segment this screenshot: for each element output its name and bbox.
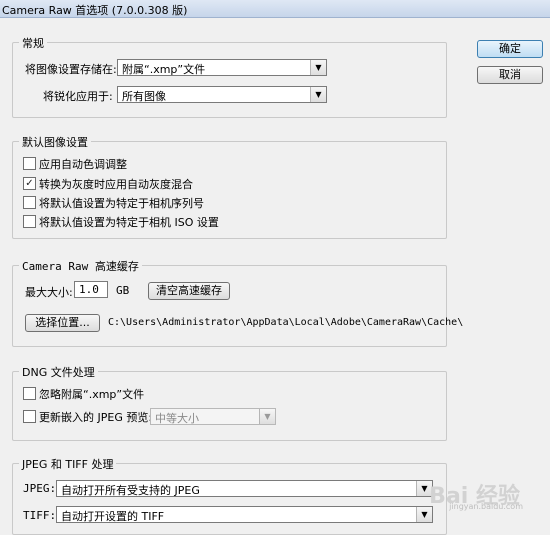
tiff-handling-value: 自动打开设置的 TIFF bbox=[61, 510, 165, 523]
checkbox-box[interactable]: ✓ bbox=[23, 177, 36, 190]
chevron-down-icon: ▼ bbox=[259, 409, 275, 424]
iso-default-label: 将默认值设置为特定于相机 ISO 设置 bbox=[39, 216, 219, 229]
tiff-handling-select[interactable]: 自动打开设置的 TIFF ▼ bbox=[56, 506, 433, 523]
chevron-down-icon: ▼ bbox=[310, 60, 326, 75]
cache-legend: Camera Raw 高速缓存 bbox=[19, 258, 142, 274]
jpeg-handling-value: 自动打开所有受支持的 JPEG bbox=[61, 484, 200, 497]
checkbox-box[interactable] bbox=[23, 157, 36, 170]
jpeg-label: JPEG: bbox=[23, 482, 57, 495]
save-settings-label: 将图像设置存储在: bbox=[25, 63, 117, 76]
preview-size-value: 中等大小 bbox=[155, 412, 199, 425]
default-settings-legend: 默认图像设置 bbox=[19, 134, 91, 150]
checkbox-box[interactable] bbox=[23, 215, 36, 228]
general-group: 常规 bbox=[12, 35, 447, 118]
sharpen-select[interactable]: 所有图像 ▼ bbox=[117, 86, 327, 103]
cancel-button[interactable]: 取消 bbox=[477, 66, 543, 84]
auto-tone-label: 应用自动色调调整 bbox=[39, 158, 127, 171]
title-bar: Camera Raw 首选项 (7.0.0.308 版) bbox=[0, 0, 550, 18]
max-size-label: 最大大小: bbox=[25, 286, 73, 299]
general-legend: 常规 bbox=[19, 35, 47, 51]
dng-group: DNG 文件处理 bbox=[12, 364, 447, 441]
cache-path: C:\Users\Administrator\AppData\Local\Ado… bbox=[108, 317, 464, 328]
purge-cache-button[interactable]: 清空高速缓存 bbox=[148, 282, 230, 300]
jpeg-handling-select[interactable]: 自动打开所有受支持的 JPEG ▼ bbox=[56, 480, 433, 497]
size-unit-label: GB bbox=[116, 284, 130, 297]
update-preview-label: 更新嵌入的 JPEG 预览: bbox=[39, 411, 153, 424]
preview-size-select[interactable]: 中等大小 ▼ bbox=[150, 408, 276, 425]
tiff-label: TIFF: bbox=[23, 509, 57, 522]
checkbox-box[interactable] bbox=[23, 196, 36, 209]
dng-legend: DNG 文件处理 bbox=[19, 364, 98, 380]
ignore-xmp-label: 忽略附属“.xmp”文件 bbox=[39, 388, 145, 401]
checkbox-box[interactable] bbox=[23, 387, 36, 400]
watermark-sub: jingyan.baidu.com bbox=[449, 502, 523, 511]
max-size-input[interactable]: 1.0 bbox=[74, 281, 108, 298]
save-settings-value: 附属“.xmp”文件 bbox=[122, 63, 206, 76]
save-settings-select[interactable]: 附属“.xmp”文件 ▼ bbox=[117, 59, 327, 76]
auto-grayscale-label: 转换为灰度时应用自动灰度混合 bbox=[39, 178, 193, 191]
baidu-watermark: Bai 经验 jingyan.baidu.com bbox=[429, 478, 523, 511]
cache-group: Camera Raw 高速缓存 bbox=[12, 258, 447, 347]
serial-default-label: 将默认值设置为特定于相机序列号 bbox=[39, 197, 204, 210]
sharpen-label: 将锐化应用于: bbox=[43, 90, 113, 103]
ok-button[interactable]: 确定 bbox=[477, 40, 543, 58]
sharpen-value: 所有图像 bbox=[122, 90, 166, 103]
select-location-button[interactable]: 选择位置... bbox=[25, 314, 100, 332]
checkbox-box[interactable] bbox=[23, 410, 36, 423]
window-title: Camera Raw 首选项 (7.0.0.308 版) bbox=[2, 4, 188, 17]
jpeg-tiff-legend: JPEG 和 TIFF 处理 bbox=[19, 456, 117, 472]
jpeg-tiff-group: JPEG 和 TIFF 处理 bbox=[12, 456, 447, 535]
chevron-down-icon: ▼ bbox=[310, 87, 326, 102]
